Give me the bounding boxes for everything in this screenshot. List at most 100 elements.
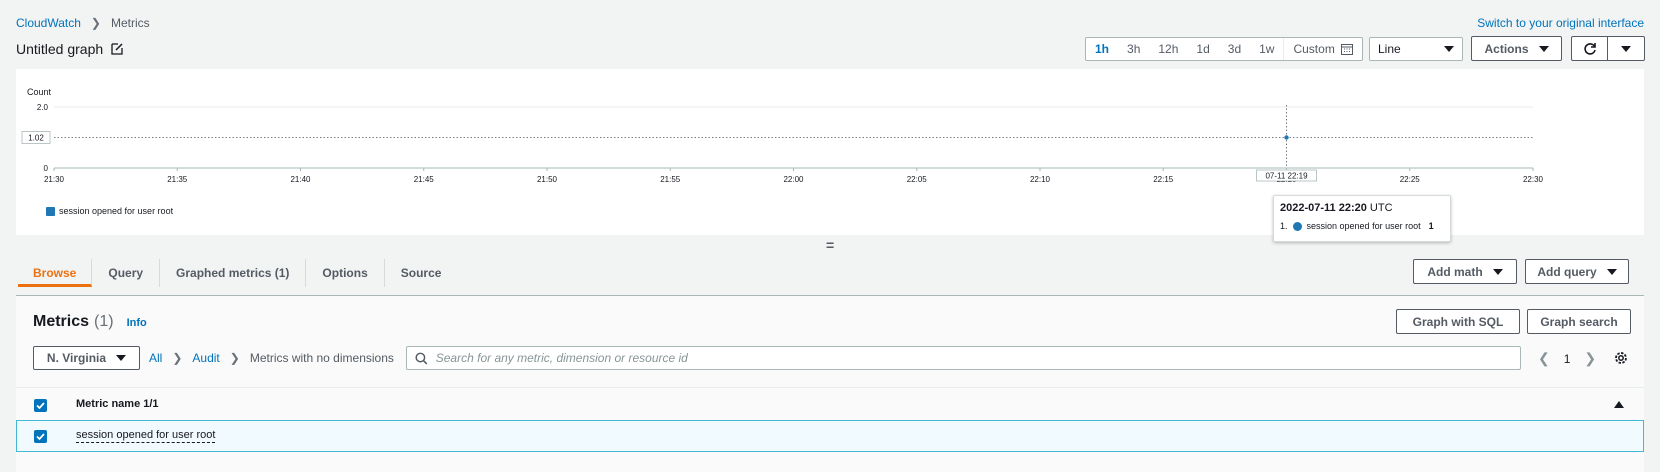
chart-tooltip: 2022-07-11 22:20 UTC 1. session opened f…: [1273, 195, 1451, 242]
time-range-custom[interactable]: Custom: [1283, 38, 1361, 60]
tab-query[interactable]: Query: [92, 259, 161, 287]
graph-search-button[interactable]: Graph search: [1527, 309, 1631, 334]
column-header-metric-name[interactable]: Metric name 1/1: [76, 398, 159, 410]
x-tick-label: 22:30: [1523, 175, 1544, 184]
add-query-label: Add query: [1537, 264, 1597, 279]
metric-name-cell[interactable]: session opened for user root: [76, 429, 216, 443]
tooltip-index: 1.: [1280, 221, 1288, 231]
tooltip-series: session opened for user root: [1306, 221, 1421, 231]
row-checkbox[interactable]: [34, 430, 47, 443]
caret-down-icon: [1538, 45, 1549, 52]
time-range-1w[interactable]: 1w: [1250, 38, 1283, 60]
tab-bar: Browse Query Graphed metrics (1) Options…: [18, 259, 457, 287]
region-select-button[interactable]: N. Virginia: [33, 346, 140, 370]
refresh-icon: [1584, 42, 1596, 55]
time-range-selector: 1h 3h 12h 1d 3d 1w Custom: [1085, 37, 1363, 61]
metric-search[interactable]: [406, 346, 1521, 370]
checkmark-icon: [36, 433, 45, 441]
caret-down-icon: [1444, 46, 1454, 52]
chevron-right-icon[interactable]: ❯: [1584, 350, 1596, 367]
checkmark-icon: [36, 402, 45, 410]
graph-type-value: Line: [1378, 42, 1401, 56]
info-link[interactable]: Info: [127, 317, 147, 329]
x-tick-label: 21:45: [414, 175, 435, 184]
y-tick-label: 2.0: [37, 103, 49, 112]
tooltip-date: 2022-07-11 22:20: [1280, 202, 1367, 214]
actions-label: Actions: [1484, 41, 1529, 56]
graph-with-sql-button[interactable]: Graph with SQL: [1396, 309, 1520, 334]
graph-title: Untitled graph: [16, 41, 123, 57]
metrics-count: (1): [94, 313, 114, 330]
add-query-button[interactable]: Add query: [1525, 259, 1629, 284]
x-tick-label: 21:55: [660, 175, 681, 184]
chevron-left-icon[interactable]: ❮: [1538, 350, 1550, 367]
caret-down-icon: [1492, 268, 1503, 275]
time-range-1d[interactable]: 1d: [1187, 38, 1218, 60]
time-range-12h[interactable]: 12h: [1149, 38, 1187, 60]
edit-icon[interactable]: [111, 43, 123, 55]
metrics-breadcrumb: All ❯ Audit ❯ Metrics with no dimensions: [149, 351, 394, 365]
tooltip-row: 1. session opened for user root 1: [1280, 221, 1444, 231]
x-tick-label: 21:40: [290, 175, 311, 184]
tab-source[interactable]: Source: [385, 259, 458, 287]
region-label: N. Virginia: [46, 351, 107, 365]
select-all-checkbox[interactable]: [34, 399, 47, 412]
chart-legend[interactable]: session opened for user root: [46, 206, 173, 216]
caret-down-icon: [1606, 268, 1617, 275]
crumb-audit-link[interactable]: Audit: [192, 351, 219, 365]
crumb-current: Metrics with no dimensions: [249, 351, 394, 365]
y-axis-label: Count: [27, 87, 52, 97]
chevron-right-icon: ❯: [172, 351, 183, 365]
x-tick-label: 21:50: [537, 175, 558, 184]
data-point: [1284, 135, 1289, 140]
tooltip-value: 1: [1428, 221, 1434, 231]
x-tick-label: 22:05: [907, 175, 928, 184]
time-range-3h[interactable]: 3h: [1118, 38, 1149, 60]
caret-down-icon: [116, 355, 127, 361]
chevron-right-icon: ❯: [229, 351, 240, 365]
caret-down-icon: [1621, 45, 1631, 52]
refresh-options-button[interactable]: [1607, 36, 1645, 61]
tab-options[interactable]: Options: [306, 259, 385, 287]
pagination: ❮ 1 ❯: [1538, 350, 1596, 367]
metric-search-input[interactable]: [435, 351, 1520, 365]
tab-browse[interactable]: Browse: [18, 259, 93, 287]
refresh-button[interactable]: [1571, 36, 1608, 61]
tooltip-title: 2022-07-11 22:20 UTC: [1280, 202, 1444, 214]
tooltip-tz: UTC: [1369, 202, 1393, 214]
x-tick-label: 22:00: [783, 175, 804, 184]
metrics-table-header: Metric name 1/1: [16, 387, 1644, 419]
table-row[interactable]: session opened for user root: [16, 420, 1644, 452]
x-tick-label: 22:25: [1400, 175, 1421, 184]
switch-interface-link[interactable]: Switch to your original interface: [1477, 16, 1644, 30]
x-tick-label: 22:10: [1030, 175, 1051, 184]
graph-type-select[interactable]: Line: [1369, 37, 1463, 61]
time-range-1h[interactable]: 1h: [1086, 38, 1118, 60]
metrics-header: Metrics (1) Info: [33, 313, 147, 331]
actions-button[interactable]: Actions: [1471, 36, 1562, 61]
metrics-title: Metrics: [33, 313, 90, 330]
sort-ascending-icon[interactable]: [1614, 401, 1624, 408]
hover-y-label: 1.02: [28, 134, 44, 143]
search-icon: [415, 352, 428, 364]
x-tick-label: 21:30: [44, 175, 65, 184]
calendar-icon: [1340, 44, 1353, 55]
breadcrumb-current: Metrics: [110, 16, 150, 30]
add-math-button[interactable]: Add math: [1413, 259, 1517, 284]
legend-swatch: [46, 206, 55, 216]
gear-icon[interactable]: [1613, 350, 1629, 366]
crumb-all-link[interactable]: All: [149, 351, 162, 365]
resize-handle[interactable]: =: [826, 237, 834, 253]
chevron-right-icon: ❯: [90, 16, 101, 30]
page-number[interactable]: 1: [1564, 352, 1571, 366]
x-tick-label: 21:35: [167, 175, 188, 184]
graph-title-text: Untitled graph: [16, 41, 104, 57]
legend-label: session opened for user root: [59, 206, 174, 216]
x-tick-label: 22:15: [1153, 175, 1174, 184]
breadcrumb-cloudwatch-link[interactable]: CloudWatch: [16, 16, 81, 30]
series-dot: [1292, 221, 1302, 231]
add-math-label: Add math: [1427, 264, 1483, 279]
custom-label: Custom: [1293, 42, 1335, 56]
time-range-3d[interactable]: 3d: [1219, 38, 1250, 60]
tab-graphed-metrics[interactable]: Graphed metrics (1): [160, 259, 307, 287]
